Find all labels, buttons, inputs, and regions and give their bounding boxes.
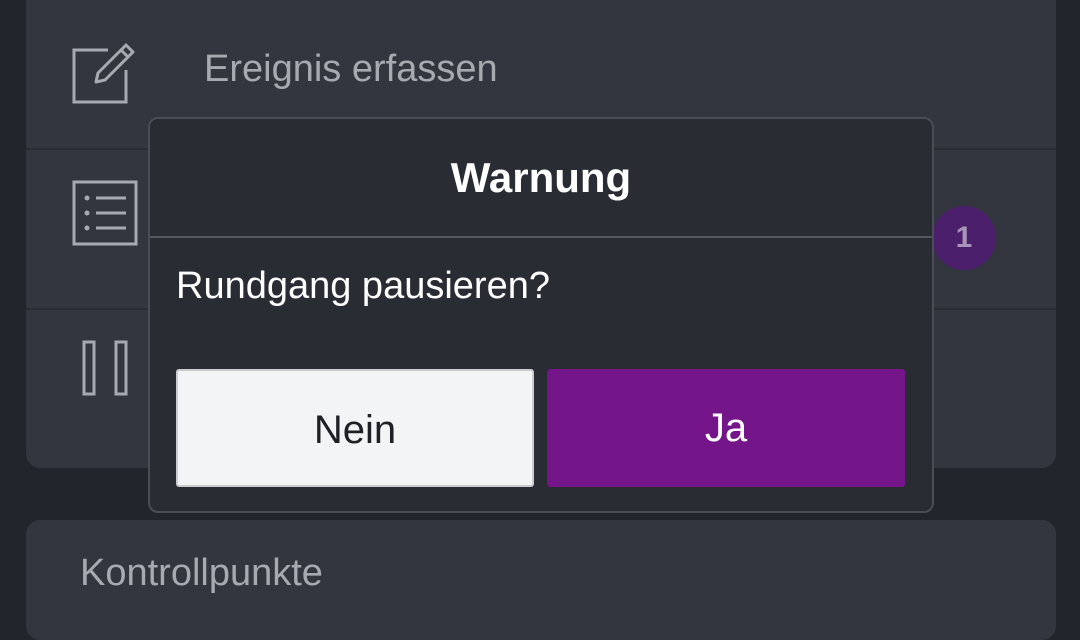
edit-icon [72, 43, 135, 104]
warning-dialog: Warnung Rundgang pausieren? Nein Ja [148, 117, 934, 513]
no-button[interactable]: Nein [176, 369, 534, 487]
app-screen: Ereignis erfassen 1 Kontrollpunkte Warnu… [0, 0, 1080, 640]
pause-icon [82, 340, 128, 396]
section-title: Kontrollpunkte [80, 552, 323, 594]
yes-button[interactable]: Ja [547, 369, 905, 487]
dialog-divider [150, 236, 932, 238]
count-badge: 1 [932, 206, 996, 270]
list-icon [72, 180, 138, 246]
menu-item-label: Ereignis erfassen [204, 48, 498, 90]
dialog-message: Rundgang pausieren? [176, 265, 550, 307]
dialog-title: Warnung [450, 154, 632, 201]
checkpoints-section[interactable]: Kontrollpunkte [26, 520, 1056, 640]
